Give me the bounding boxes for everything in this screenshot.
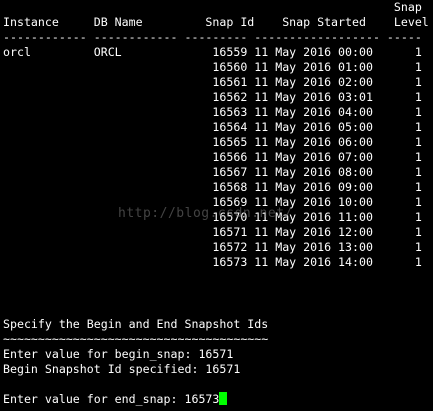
table-row: 16571 11 May 2016 12:00 1 [3, 225, 422, 239]
table-row: 16563 11 May 2016 04:00 1 [3, 105, 422, 119]
table-row: 16566 11 May 2016 07:00 1 [3, 150, 422, 164]
separator-line: ------------ ------------ --------- ----… [3, 30, 422, 44]
begin-snap-prompt: Enter value for begin_snap: 16571 [3, 347, 234, 361]
specify-text: Specify the Begin and End Snapshot Ids [3, 317, 269, 331]
cursor-block [219, 392, 228, 405]
end-snap-prompt: Enter value for end_snap: 16573 [3, 392, 220, 406]
table-row: 16562 11 May 2016 03:01 1 [3, 90, 422, 104]
table-row: 16560 11 May 2016 01:00 1 [3, 60, 422, 74]
table-row: 16564 11 May 2016 05:00 1 [3, 120, 422, 134]
table-row: 16568 11 May 2016 09:00 1 [3, 180, 422, 194]
table-row: 16561 11 May 2016 02:00 1 [3, 75, 422, 89]
table-row: 16565 11 May 2016 06:00 1 [3, 135, 422, 149]
watermark-text: http://blog.csdn.net/ [118, 206, 293, 221]
header-top-line: Snap [3, 0, 422, 14]
tilde-underline: ~~~~~~~~~~~~~~~~~~~~~~~~~~~~~~~~~~~~~~ [3, 332, 269, 346]
header-line: Instance DB Name Snap Id Snap Started Le… [3, 15, 429, 29]
table-row: 16567 11 May 2016 08:00 1 [3, 165, 422, 179]
table-row: orcl ORCL 16559 11 May 2016 00:00 1 [3, 45, 422, 59]
end-snap-input-line[interactable]: Enter value for end_snap: 16573 [3, 392, 228, 407]
begin-snap-confirm: Begin Snapshot Id specified: 16571 [3, 362, 241, 376]
table-row: 16573 11 May 2016 14:00 1 [3, 255, 422, 269]
table-row: 16572 11 May 2016 13:00 1 [3, 240, 422, 254]
